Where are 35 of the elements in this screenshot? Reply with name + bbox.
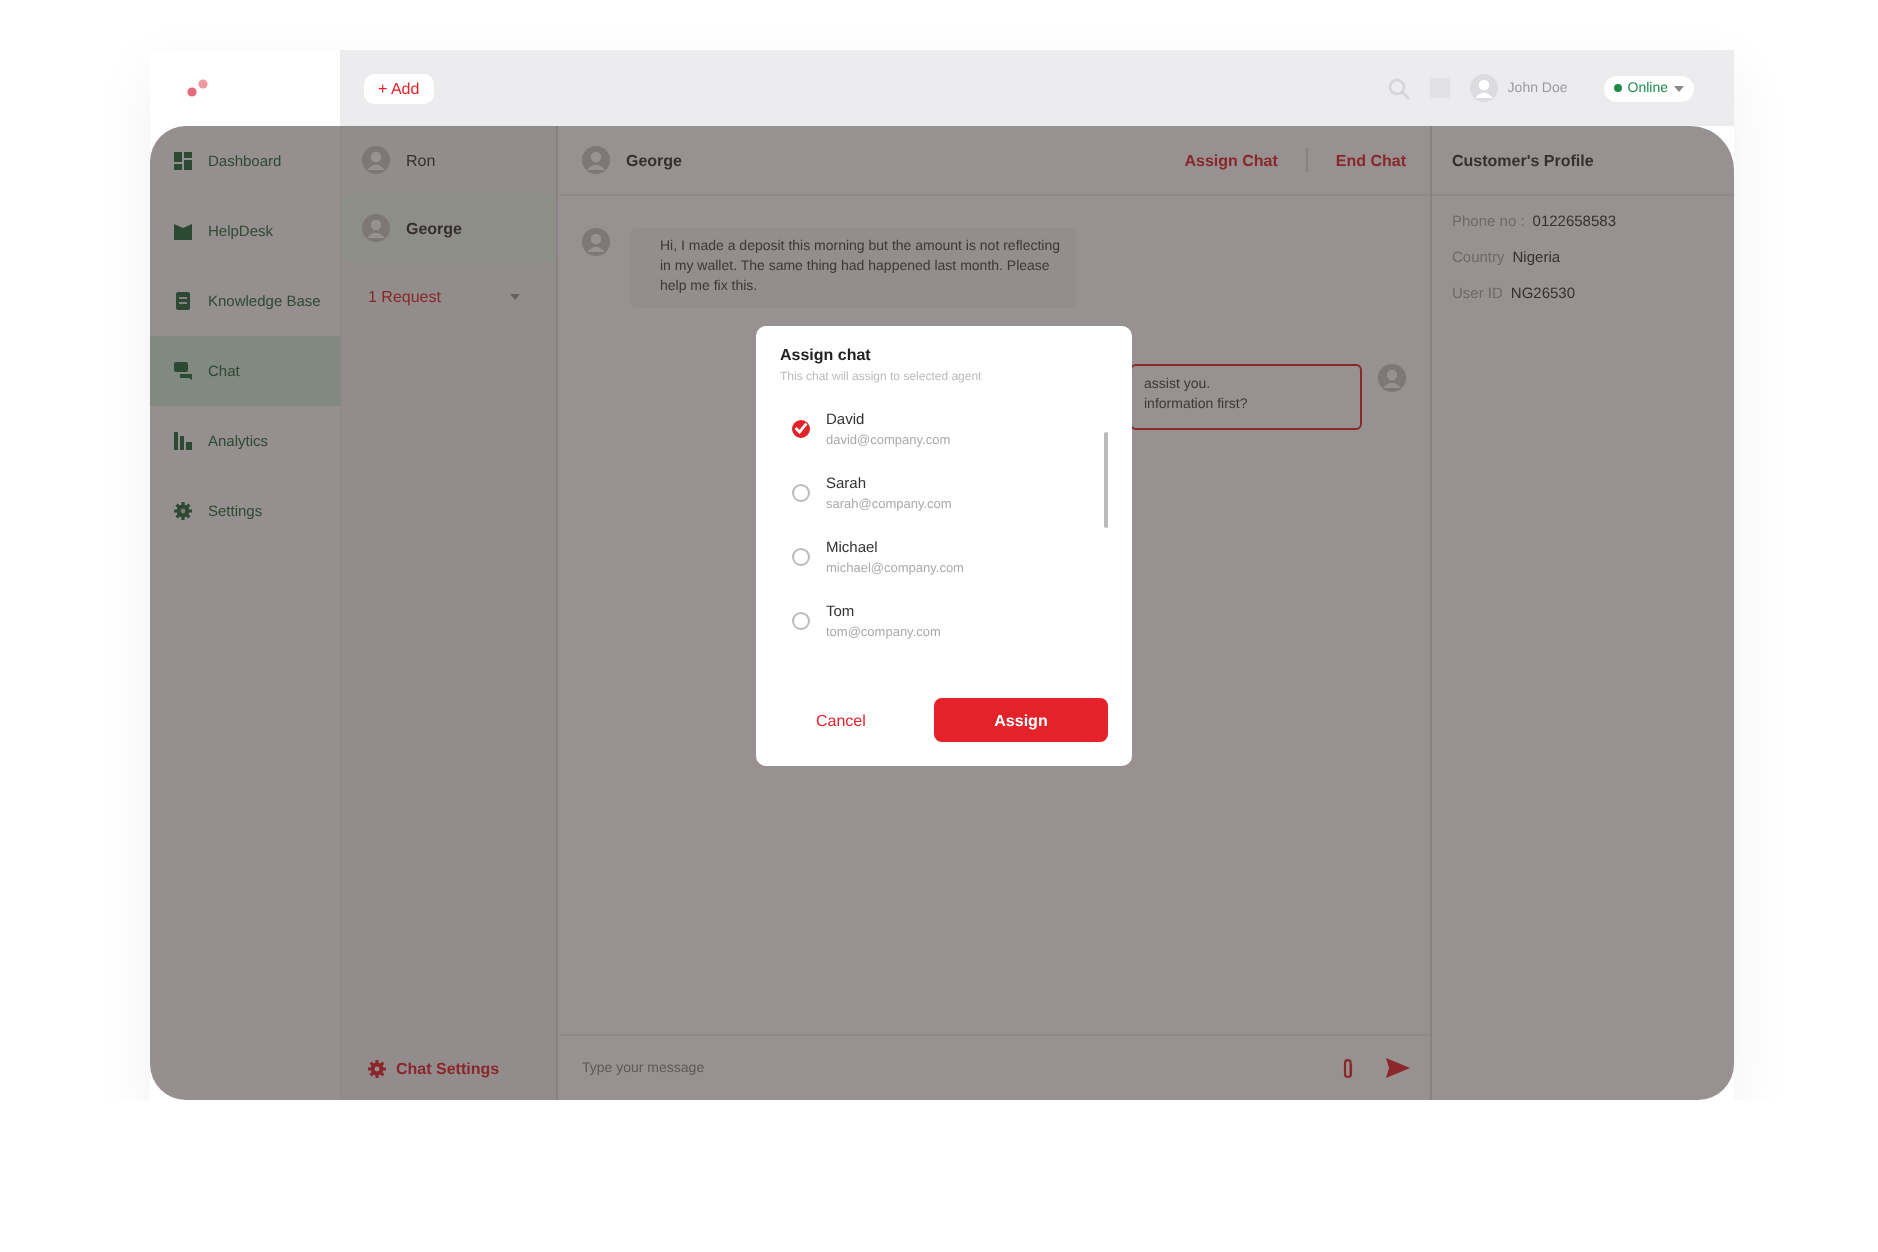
bar-chart-icon <box>174 432 192 450</box>
document-icon <box>174 292 192 310</box>
avatar-icon <box>582 146 610 174</box>
book-icon <box>174 222 192 240</box>
gear-icon <box>174 502 192 520</box>
caret-icon <box>1674 85 1684 91</box>
panel-title: Customer's Profile <box>1432 126 1734 196</box>
avatar-icon <box>362 146 390 174</box>
cancel-button[interactable]: Cancel <box>780 699 902 741</box>
contact-name: George <box>626 151 683 169</box>
chat-list-item[interactable]: George <box>342 194 556 262</box>
header-action-link[interactable]: End Chat <box>1335 151 1406 169</box>
avatar-icon <box>582 228 610 256</box>
scrollbar[interactable] <box>1104 432 1108 528</box>
radio-button[interactable] <box>792 483 810 501</box>
chat-icon <box>174 362 192 380</box>
chat-list-item[interactable]: Ron <box>342 126 556 194</box>
radio-button[interactable] <box>792 547 810 565</box>
gear-icon <box>368 1059 386 1077</box>
send-icon <box>1386 1058 1410 1078</box>
grid-icon <box>174 152 192 170</box>
paperclip-icon <box>1342 1057 1354 1079</box>
add-button[interactable]: + Add <box>364 73 434 103</box>
logo-icon <box>186 78 210 98</box>
radio-button[interactable] <box>792 419 810 437</box>
header-action-link[interactable]: Assign Chat <box>1184 151 1278 169</box>
requests-link[interactable]: 1 Request <box>368 288 441 306</box>
dialog-title: Assign chat <box>780 346 873 364</box>
avatar-icon <box>362 214 390 242</box>
assign-button[interactable]: Assign <box>934 698 1108 742</box>
radio-button[interactable] <box>792 611 810 629</box>
user-avatar-icon <box>1469 74 1498 102</box>
chat-settings-button[interactable]: Chat Settings <box>342 1036 556 1100</box>
avatar-icon <box>1378 364 1406 392</box>
caret-icon <box>510 294 520 300</box>
